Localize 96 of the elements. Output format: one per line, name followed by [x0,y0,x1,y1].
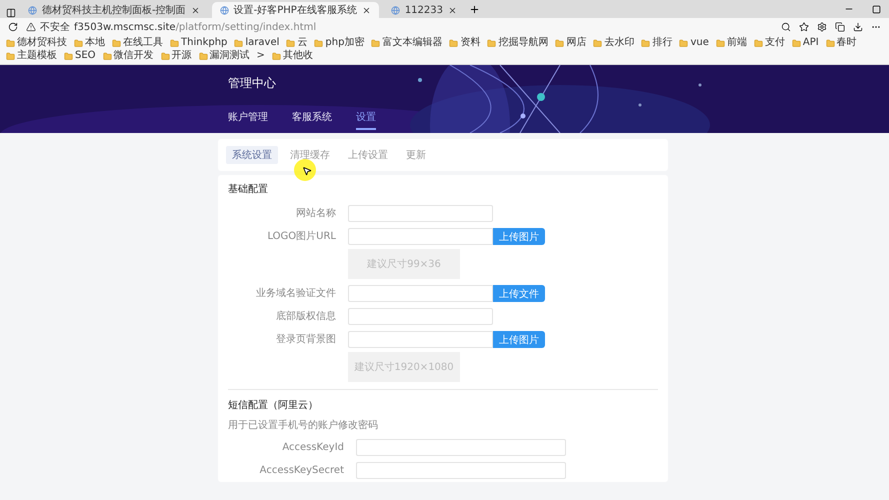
bookmark[interactable]: 漏洞测试 [198,50,250,62]
nav-tab[interactable]: 账户管理 [228,110,268,130]
reload-icon[interactable] [8,22,18,32]
warning-icon [26,22,36,32]
browser-tab[interactable]: 设置-好客PHP在线客服系统 [212,2,379,18]
bookmark[interactable]: 前端 [716,37,747,49]
input-field[interactable] [348,205,493,222]
bookmark[interactable]: 支付 [754,37,785,49]
close-icon[interactable] [190,6,200,14]
globe-icon [390,6,400,14]
folder-icon [112,38,121,48]
globe-icon [220,6,229,14]
folder-icon [826,38,835,48]
input-field[interactable] [356,439,566,456]
folder-icon [754,38,763,48]
folder-icon [555,38,564,48]
new-tab-icon[interactable] [469,4,480,15]
bookmark[interactable]: 其他收 [272,50,313,62]
bookmark[interactable]: API [792,37,819,49]
folder-icon [102,52,112,60]
globe-icon [28,6,37,14]
folder-icon [64,52,73,60]
tab-actions-icon[interactable] [6,8,16,18]
field-label: LOGO图片URL [266,230,336,244]
field-label: AccessKeyId [281,441,344,455]
folder-icon [641,38,650,48]
input-field[interactable] [348,228,493,245]
bookmark[interactable]: 挖掘导航网 [487,37,548,49]
field-label: AccessKeySecret [258,464,344,478]
folder-icon [593,38,602,48]
folder-icon [234,38,244,48]
bookmark[interactable]: 德材贸科技 [6,37,67,49]
bookmark[interactable]: 主题模板 [6,50,57,62]
input-field[interactable] [348,285,493,302]
section-description: 用于已设置手机号的账户修改密码 [228,418,379,432]
folder-icon [314,38,324,48]
folder-icon [6,38,15,48]
close-icon[interactable] [448,6,457,14]
bookmark[interactable]: SEO [64,50,96,62]
folder-icon [371,38,380,48]
bookmark[interactable]: 微信开发 [102,50,154,62]
bookmark[interactable]: 富文本编辑器 [371,37,442,49]
page-title: 管理中心 [228,75,277,92]
close-icon[interactable] [362,6,371,14]
maximize-icon[interactable] [872,5,881,14]
folder-icon [716,38,725,48]
bookmark[interactable]: 在线工具 [112,37,163,49]
bookmark[interactable]: 春时 [826,37,857,49]
tab-title: 设置-好客PHP在线客服系统 [234,4,357,17]
section-title: 基础配置 [228,182,269,196]
folder-icon [6,52,15,60]
bookmark[interactable]: 资料 [449,37,480,49]
tab-title: 112233 [404,4,443,16]
browser-tab[interactable]: 112233 [382,2,465,18]
bookmark[interactable]: 本地 [74,37,105,49]
security-label[interactable]: 不安全 [40,20,70,34]
bookmark[interactable]: laravel [234,37,280,49]
download-icon[interactable] [853,22,863,32]
folder-icon [272,52,281,60]
bookmark[interactable]: 开源 [160,50,192,62]
collections-icon[interactable] [835,22,845,32]
field-label: 业务域名验证文件 [255,286,336,301]
field-label: 底部版权信息 [275,310,336,324]
folder-icon [679,38,688,48]
folder-icon [198,52,208,60]
star-icon[interactable] [799,22,809,32]
settings-tab[interactable]: 系统设置 [226,146,278,164]
bookmark[interactable]: vue [679,37,709,49]
settings-icon[interactable] [817,22,827,32]
search-icon[interactable] [781,22,791,32]
bookmark[interactable]: php加密 [314,37,364,49]
address-url[interactable]: f3503w.mscmsc.site/platform/setting/index.html [74,22,316,32]
mouse-pointer-icon [302,166,312,176]
folder-icon [170,38,179,48]
bookmark[interactable]: 网店 [555,37,586,49]
folder-icon [160,52,170,60]
input-field[interactable] [356,462,566,479]
field-label: 网站名称 [295,206,336,221]
folder-icon [286,38,296,48]
tab-title: 德材贸科技主机控制面板-控制面 [42,4,186,17]
section-title: 短信配置（阿里云） [228,398,319,412]
folder-icon [792,38,801,48]
bookmark[interactable]: 云 [286,37,308,49]
nav-tab[interactable]: 设置 [356,110,376,130]
folder-icon [487,38,496,48]
browser-tab[interactable]: 德材贸科技主机控制面板-控制面 [20,2,208,18]
bookmark[interactable]: 去水印 [593,37,634,49]
more-bookmarks[interactable]: > [256,50,265,62]
field-label: 登录页背景图 [275,332,336,347]
bookmark[interactable]: 排行 [641,37,672,49]
input-field[interactable] [348,331,493,348]
bookmark[interactable]: Thinkphp [170,37,228,49]
nav-tab[interactable]: 客服系统 [292,110,332,130]
input-field[interactable] [348,308,493,325]
folder-icon [449,38,458,48]
folder-icon [74,38,83,48]
